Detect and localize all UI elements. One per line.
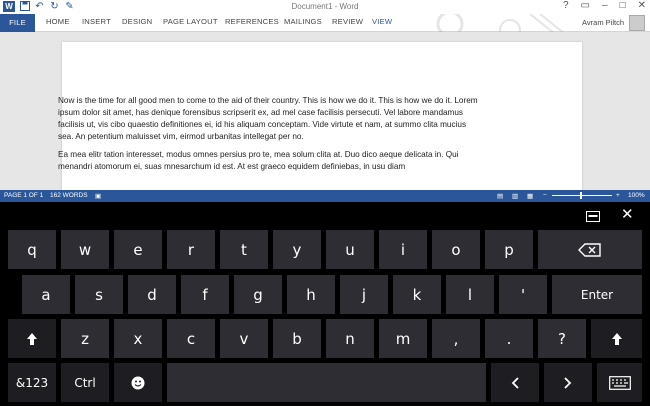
key-c[interactable]: c xyxy=(167,319,215,358)
zoom-slider[interactable] xyxy=(552,195,612,196)
key-e[interactable]: e xyxy=(114,230,162,269)
close-keyboard-icon[interactable]: ✕ xyxy=(621,205,634,223)
key-a[interactable]: a xyxy=(22,275,70,314)
key-o[interactable]: o xyxy=(432,230,480,269)
key-w[interactable]: w xyxy=(61,230,109,269)
key-u[interactable]: u xyxy=(326,230,374,269)
status-bar: PAGE 1 OF 1 162 WORDS ▣ ▤ ▥ ▦ − + 100% xyxy=(0,190,650,202)
key-m[interactable]: m xyxy=(379,319,427,358)
tab-mailings[interactable]: MAILINGS xyxy=(284,17,322,26)
read-mode-icon[interactable]: ▤ xyxy=(497,192,503,200)
word-count[interactable]: 162 WORDS xyxy=(50,192,88,199)
keyboard-layout-key[interactable] xyxy=(597,363,642,402)
zoom-in-button[interactable]: + xyxy=(616,192,620,199)
right-arrow-key[interactable] xyxy=(544,363,592,402)
touch-keyboard: ✕ q w e r t y u i o p a s d f g h j k l … xyxy=(0,202,650,406)
key-v[interactable]: v xyxy=(220,319,268,358)
chevron-right-icon xyxy=(564,376,572,389)
paragraph-1[interactable]: Now is the time for all good men to come… xyxy=(58,95,478,143)
tab-design[interactable]: DESIGN xyxy=(122,17,152,26)
symbols-key[interactable]: &123 xyxy=(8,363,56,402)
tab-review[interactable]: REVIEW xyxy=(332,17,363,26)
key-k[interactable]: k xyxy=(393,275,441,314)
key-comma[interactable]: , xyxy=(432,319,480,358)
ribbon-tabs: FILE HOME INSERT DESIGN PAGE LAYOUT REFE… xyxy=(0,14,650,46)
enter-key[interactable]: Enter xyxy=(552,275,642,314)
tab-insert[interactable]: INSERT xyxy=(82,17,111,26)
tab-file[interactable]: FILE xyxy=(0,14,35,32)
key-y[interactable]: y xyxy=(273,230,321,269)
window-controls: ? ▭ – □ ✕ xyxy=(563,0,646,11)
chevron-left-icon xyxy=(511,376,519,389)
avatar[interactable] xyxy=(629,15,645,31)
key-g[interactable]: g xyxy=(234,275,282,314)
help-icon[interactable]: ? xyxy=(563,0,569,11)
close-window-icon[interactable]: ✕ xyxy=(638,0,646,11)
left-arrow-key[interactable] xyxy=(491,363,539,402)
shift-icon xyxy=(611,332,622,345)
tab-page-layout[interactable]: PAGE LAYOUT xyxy=(163,17,218,26)
keyboard-icon xyxy=(608,375,631,390)
key-z[interactable]: z xyxy=(61,319,109,358)
dock-keyboard-icon[interactable] xyxy=(586,209,600,225)
user-name[interactable]: Avram Piltch xyxy=(582,18,624,27)
key-b[interactable]: b xyxy=(273,319,321,358)
print-layout-icon[interactable]: ▥ xyxy=(512,192,518,200)
document-area: Now is the time for all good men to come… xyxy=(0,32,650,190)
key-d[interactable]: d xyxy=(128,275,176,314)
minimize-icon[interactable]: – xyxy=(602,0,608,11)
key-s[interactable]: s xyxy=(75,275,123,314)
key-apostrophe[interactable]: ' xyxy=(499,275,547,314)
key-t[interactable]: t xyxy=(220,230,268,269)
key-period[interactable]: . xyxy=(485,319,533,358)
emoji-key[interactable] xyxy=(114,363,162,402)
maximize-icon[interactable]: □ xyxy=(620,0,626,11)
backspace-icon xyxy=(578,242,601,257)
shift-key-left[interactable] xyxy=(8,319,56,358)
key-h[interactable]: h xyxy=(287,275,335,314)
proofing-icon[interactable]: ▣ xyxy=(95,192,101,200)
key-p[interactable]: p xyxy=(485,230,533,269)
tab-home[interactable]: HOME xyxy=(46,17,70,26)
key-f[interactable]: f xyxy=(181,275,229,314)
key-question[interactable]: ? xyxy=(538,319,586,358)
paragraph-2[interactable]: Ea mea elitr tation interesset, modus om… xyxy=(58,149,478,173)
tab-view[interactable]: VIEW xyxy=(372,17,392,26)
title-bar: W ↶ ↻ ✎ Document1 - Word ? ▭ – □ ✕ xyxy=(0,0,650,14)
key-x[interactable]: x xyxy=(114,319,162,358)
document-body[interactable]: Now is the time for all good men to come… xyxy=(58,95,478,180)
space-bar[interactable] xyxy=(167,363,486,402)
key-l[interactable]: l xyxy=(446,275,494,314)
tab-references[interactable]: REFERENCES xyxy=(225,17,279,26)
page-count[interactable]: PAGE 1 OF 1 xyxy=(4,192,43,199)
key-n[interactable]: n xyxy=(326,319,374,358)
zoom-out-button[interactable]: − xyxy=(543,192,547,199)
shift-icon xyxy=(27,332,37,345)
ribbon-display-icon[interactable]: ▭ xyxy=(581,0,590,11)
word-window: W ↶ ↻ ✎ Document1 - Word ? ▭ – □ ✕ FILE … xyxy=(0,0,650,406)
zoom-slider-thumb[interactable] xyxy=(580,192,582,199)
shift-key-right[interactable] xyxy=(591,319,642,358)
key-j[interactable]: j xyxy=(340,275,388,314)
document-title: Document1 - Word xyxy=(291,2,359,11)
ctrl-key[interactable]: Ctrl xyxy=(61,363,109,402)
key-q[interactable]: q xyxy=(8,230,56,269)
emoji-icon xyxy=(131,376,145,389)
web-layout-icon[interactable]: ▦ xyxy=(527,192,533,200)
zoom-level[interactable]: 100% xyxy=(628,192,645,199)
key-i[interactable]: i xyxy=(379,230,427,269)
backspace-key[interactable] xyxy=(538,230,642,269)
key-r[interactable]: r xyxy=(167,230,215,269)
